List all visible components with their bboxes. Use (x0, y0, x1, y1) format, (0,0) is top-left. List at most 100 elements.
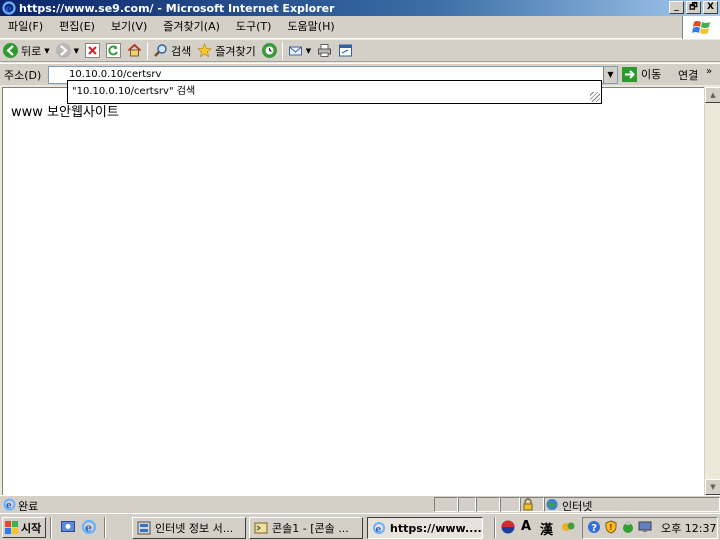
go-arrow-icon (622, 66, 637, 82)
start-button[interactable]: 시작 (2, 517, 46, 538)
iis-manager-icon (137, 521, 151, 535)
mail-button[interactable]: ▼ (285, 41, 314, 61)
scroll-up-button[interactable]: ▲ (705, 87, 720, 103)
status-bar: e 완료 인터넷 (0, 495, 720, 513)
task-iis-manager[interactable]: 인터넷 정보 서... (132, 517, 246, 539)
edit-button[interactable] (335, 41, 356, 61)
status-pane (476, 497, 500, 512)
menu-favorites[interactable]: 즐겨찾기(A) (155, 18, 228, 36)
svg-text:e: e (5, 4, 11, 15)
menu-tools[interactable]: 도구(T) (228, 18, 280, 36)
menu-view[interactable]: 보기(V) (103, 18, 155, 36)
page-done-icon: e (2, 497, 17, 512)
menu-file[interactable]: 파일(F) (0, 18, 51, 36)
forward-arrow-icon (55, 43, 71, 58)
svg-text:!: ! (609, 523, 613, 532)
links-button[interactable]: 연결 (678, 67, 698, 83)
chevron-down-icon[interactable]: ▼ (306, 47, 311, 55)
ime-mode-label[interactable]: A (521, 519, 531, 534)
search-label: 검색 (171, 44, 192, 58)
status-pane (500, 497, 520, 512)
forward-button[interactable]: ▼ (53, 41, 82, 61)
svg-text:e: e (85, 522, 92, 535)
favorites-label: 즐겨찾기 (215, 44, 256, 58)
clock[interactable]: 오후 12:37 (661, 520, 716, 536)
ime-hanja-label[interactable]: 漢 (540, 519, 553, 538)
taskbar-separator (50, 517, 52, 538)
resize-grip-icon[interactable] (590, 92, 600, 102)
system-tray: ? ! 오후 12:37 (582, 517, 718, 539)
stop-icon (85, 43, 101, 58)
home-icon (127, 43, 142, 58)
refresh-button[interactable] (103, 41, 124, 61)
svg-text:?: ? (591, 523, 597, 534)
history-icon (261, 43, 277, 58)
menu-bar: 파일(F) 편집(E) 보기(V) 즐겨찾기(A) 도구(T) 도움말(H) (0, 16, 720, 39)
ie-logo-icon: e (2, 1, 16, 15)
print-button[interactable] (314, 41, 335, 61)
printer-icon (317, 43, 332, 58)
task-label: https://www.... (390, 521, 482, 535)
menu-help[interactable]: 도움말(H) (279, 18, 342, 36)
security-shield-icon[interactable]: ! (604, 519, 618, 537)
svg-text:e: e (6, 501, 12, 511)
taskbar: 시작 e 인터넷 정보 서... 콘솔1 - [콘솔 ... e https:/… (0, 513, 720, 540)
taskbar-separator (494, 517, 496, 538)
go-label: 이동 (641, 68, 662, 81)
address-autocomplete: "10.10.0.10/certsrv" 검색 (67, 80, 602, 104)
autocomplete-suggestion[interactable]: "10.10.0.10/certsrv" 검색 (72, 86, 195, 97)
ime-settings-icon[interactable] (560, 519, 576, 535)
taskbar-separator (104, 517, 106, 538)
back-button[interactable]: 뒤로 ▼ (0, 41, 53, 61)
chevron-down-icon[interactable]: ▼ (74, 47, 79, 55)
star-icon (197, 43, 213, 58)
home-button[interactable] (124, 41, 145, 61)
chevron-right-icon[interactable]: » (706, 66, 712, 77)
menu-edit[interactable]: 편집(E) (51, 18, 103, 36)
network-icon[interactable] (621, 520, 635, 537)
close-button[interactable]: X (703, 1, 718, 14)
scroll-down-button[interactable]: ▼ (705, 479, 720, 495)
standard-toolbar: 뒤로 ▼ ▼ 검색 즐겨찾기 ▼ (0, 40, 720, 62)
history-button[interactable] (259, 41, 280, 61)
address-label: 주소(D) (4, 68, 42, 82)
back-arrow-icon (3, 43, 18, 58)
go-button[interactable]: 이동 (622, 66, 661, 82)
vertical-scrollbar[interactable]: ▲ ▼ (704, 87, 720, 495)
mail-icon (288, 43, 303, 58)
monitor-icon[interactable] (638, 520, 652, 537)
address-dropdown-arrow-icon[interactable]: ▼ (603, 67, 617, 83)
chevron-down-icon[interactable]: ▼ (44, 47, 49, 55)
language-bar-icon[interactable] (500, 519, 516, 535)
back-label: 뒤로 (21, 44, 42, 58)
security-zone-label: 인터넷 (562, 500, 593, 513)
window-title: https://www.se9.com/ - Microsoft Interne… (19, 1, 335, 15)
task-label: 콘솔1 - [콘솔 ... (272, 522, 349, 535)
title-bar[interactable]: e https://www.se9.com/ - Microsoft Inter… (0, 0, 720, 16)
internet-zone-globe-icon (546, 499, 558, 510)
status-pane (520, 497, 544, 512)
task-console[interactable]: 콘솔1 - [콘솔 ... (249, 517, 363, 539)
show-desktop-icon[interactable] (60, 519, 76, 535)
refresh-icon (106, 43, 122, 58)
ie-task-icon: e (373, 522, 385, 535)
start-label: 시작 (21, 521, 42, 535)
task-label: 인터넷 정보 서... (155, 522, 234, 535)
status-pane (434, 497, 458, 512)
edit-page-icon (338, 43, 353, 58)
search-button[interactable]: 검색 (150, 41, 194, 61)
windows-flag-icon (5, 521, 18, 534)
stop-button[interactable] (82, 41, 103, 61)
favorites-button[interactable]: 즐겨찾기 (194, 41, 258, 61)
svg-text:e: e (376, 525, 382, 535)
windows-logo-icon (682, 16, 720, 39)
status-text: 완료 (18, 500, 39, 513)
page-content: www 보안웹사이트 (2, 87, 704, 495)
lock-icon (523, 498, 533, 511)
ie-quicklaunch-icon[interactable]: e (81, 519, 97, 535)
help-icon[interactable]: ? (587, 520, 601, 537)
console-icon (254, 522, 268, 534)
minimize-button[interactable]: _ (669, 1, 684, 14)
restore-button[interactable]: 🗗 (686, 1, 701, 14)
task-internet-explorer[interactable]: e https://www.... (367, 517, 483, 539)
